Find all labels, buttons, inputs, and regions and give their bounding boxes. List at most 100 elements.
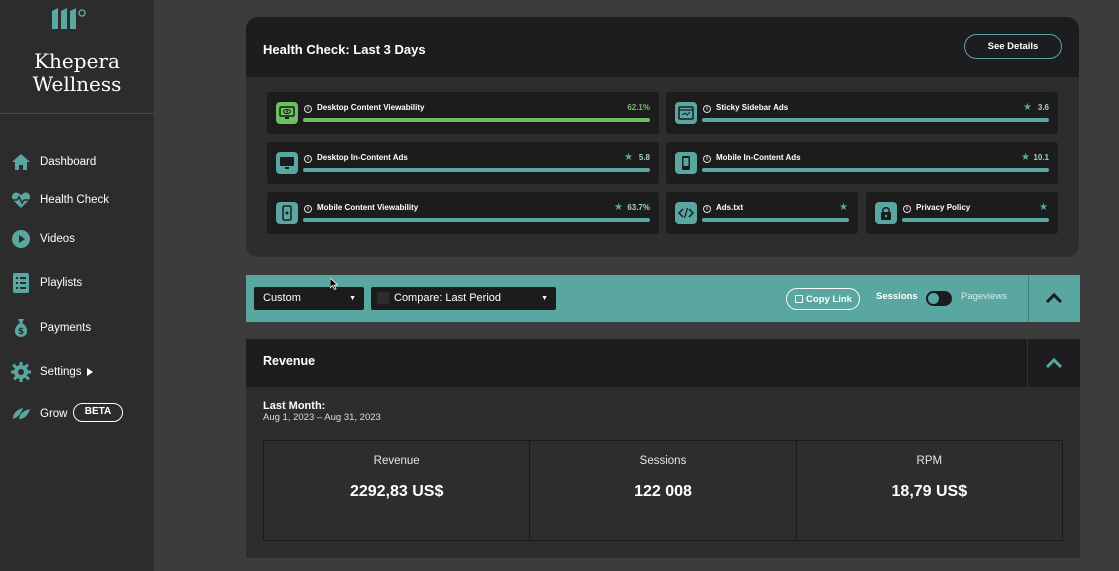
health-card-privacy-policy[interactable]: i Privacy Policy ★	[866, 192, 1058, 234]
health-card-bar	[902, 218, 1049, 222]
sessions-pageviews-toggle[interactable]	[926, 291, 952, 306]
sidebar-item-dashboard[interactable]: Dashboard	[0, 147, 154, 177]
health-card-value: 10.1	[1033, 153, 1049, 162]
stat-sessions: Sessions 122 008	[530, 441, 797, 540]
health-card-ads-txt[interactable]: i Ads.txt ★	[666, 192, 858, 234]
chevron-up-icon[interactable]	[1044, 289, 1064, 309]
health-card-label: Desktop In-Content Ads	[317, 153, 408, 162]
play-icon	[12, 230, 30, 248]
health-card-label: Mobile In-Content Ads	[716, 153, 801, 162]
stat-revenue: Revenue 2292,83 US$	[264, 441, 531, 540]
caret-down-icon: ▼	[349, 295, 356, 302]
heartbeat-icon	[11, 192, 31, 208]
star-icon: ★	[1039, 202, 1048, 213]
home-icon	[12, 154, 30, 170]
sidebar-item-playlists[interactable]: Playlists	[0, 268, 154, 298]
sidebar-item-videos[interactable]: Videos	[0, 224, 154, 254]
health-card-mobile-content-viewability[interactable]: i Mobile Content Viewability ★ 63.7%	[267, 192, 659, 234]
mouse-cursor-icon	[330, 278, 338, 290]
revenue-header: Revenue	[246, 339, 1080, 387]
stat-label: Revenue	[373, 455, 420, 467]
copy-link-label: Copy Link	[806, 293, 852, 305]
stat-value: 18,79 US$	[891, 483, 968, 500]
sidebar-item-label: Dashboard	[40, 156, 97, 168]
revenue-stats: Revenue 2292,83 US$ Sessions 122 008 RPM…	[263, 440, 1063, 541]
sidebar-item-label: Health Check	[40, 194, 110, 206]
monitor-icon	[276, 152, 298, 174]
health-check-panel: Health Check: Last 3 Days See Details i …	[246, 17, 1079, 257]
compare-select[interactable]: Compare: Last Period ▼	[371, 287, 556, 310]
chevron-up-icon[interactable]	[1044, 354, 1064, 374]
info-icon[interactable]: i	[304, 105, 312, 113]
sessions-label: Sessions	[876, 291, 918, 302]
filter-bar: Custom ▼ Compare: Last Period ▼ Copy Lin…	[246, 275, 1080, 322]
info-icon[interactable]: i	[703, 155, 711, 163]
health-card-label: Sticky Sidebar Ads	[716, 103, 789, 112]
code-icon	[675, 202, 697, 224]
see-details-button[interactable]: See Details	[964, 34, 1062, 59]
info-icon[interactable]: i	[703, 105, 711, 113]
date-range-value: Custom	[263, 292, 301, 304]
sidebar-item-label: Playlists	[40, 277, 83, 289]
lock-icon	[875, 202, 897, 224]
stat-value: 122 008	[634, 483, 692, 500]
health-card-bar	[303, 168, 650, 172]
brand-name: Khepera Wellness	[32, 49, 122, 96]
info-icon[interactable]: i	[304, 205, 312, 213]
health-card-sticky-sidebar-ads[interactable]: i Sticky Sidebar Ads ★ 3.6	[666, 92, 1058, 134]
sidebar-item-health-check[interactable]: Health Check	[0, 185, 154, 215]
caret-down-icon: ▼	[541, 295, 548, 302]
star-icon: ★	[1021, 152, 1030, 163]
health-check-header: Health Check: Last 3 Days See Details	[246, 17, 1079, 77]
copy-icon	[795, 295, 803, 303]
info-icon[interactable]: i	[304, 155, 312, 163]
star-icon: ★	[839, 202, 848, 213]
checklist-icon	[13, 273, 29, 293]
revenue-panel: Revenue Last Month: Aug 1, 2023 – Aug 31…	[246, 339, 1080, 558]
stat-value: 2292,83 US$	[349, 483, 444, 500]
pageviews-label: Pageviews	[961, 291, 1007, 302]
health-card-bar	[702, 168, 1049, 172]
health-card-value: 3.6	[1037, 103, 1049, 112]
health-card-bar	[702, 118, 1049, 122]
info-icon[interactable]: i	[903, 205, 911, 213]
health-card-label: Desktop Content Viewability	[317, 103, 425, 112]
period-range: Aug 1, 2023 – Aug 31, 2023	[263, 412, 381, 423]
health-check-title: Health Check: Last 3 Days	[263, 42, 426, 57]
health-card-mobile-in-content-ads[interactable]: i Mobile In-Content Ads ★ 10.1	[666, 142, 1058, 184]
stat-rpm: RPM 18,79 US$	[797, 441, 1062, 540]
sidebar-item-payments[interactable]: $ Payments	[0, 313, 154, 343]
health-card-label: Privacy Policy	[916, 203, 971, 212]
sidebar-item-label: Payments	[40, 322, 92, 334]
copy-link-button[interactable]: Copy Link	[786, 288, 860, 310]
health-card-value: 5.8	[638, 153, 650, 162]
sidebar-item-label: Videos	[40, 233, 75, 245]
compare-checkbox[interactable]	[377, 292, 389, 304]
sidebar-item-grow[interactable]: Grow BETA	[0, 399, 154, 429]
caret-right-icon	[87, 368, 93, 376]
sidebar-item-label: Settings	[40, 366, 82, 378]
health-card-value: 62.1%	[627, 103, 650, 112]
sidebar-divider	[0, 113, 154, 114]
sidebar-item-settings[interactable]: Settings	[0, 357, 154, 387]
health-card-label: Ads.txt	[716, 203, 744, 212]
star-icon: ★	[614, 202, 623, 213]
monitor-eye-icon	[276, 102, 298, 124]
info-icon[interactable]: i	[703, 205, 711, 213]
revenue-title: Revenue	[263, 354, 316, 368]
star-icon: ★	[624, 152, 633, 163]
period-label: Last Month:	[263, 400, 326, 412]
mobile-eye-icon	[276, 202, 298, 224]
health-card-bar	[702, 218, 849, 222]
sidebar-item-label: Grow	[40, 408, 68, 420]
health-card-bar	[303, 218, 650, 222]
mobile-icon	[675, 152, 697, 174]
revenue-header-divider	[1027, 339, 1028, 387]
stat-label: Sessions	[639, 455, 687, 467]
logo-icon	[52, 8, 86, 29]
health-card-desktop-in-content-ads[interactable]: i Desktop In-Content Ads ★ 5.8	[267, 142, 659, 184]
svg-text:$: $	[18, 327, 24, 337]
date-range-select[interactable]: Custom ▼	[254, 287, 364, 310]
stat-label: RPM	[916, 455, 943, 467]
health-card-desktop-content-viewability[interactable]: i Desktop Content Viewability 62.1%	[267, 92, 659, 134]
